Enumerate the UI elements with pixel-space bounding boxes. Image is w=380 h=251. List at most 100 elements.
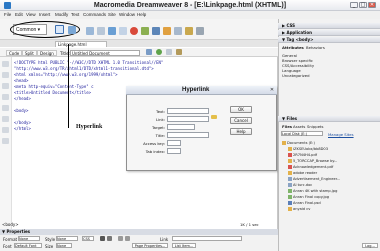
menu-insert[interactable]: Insert — [39, 12, 50, 17]
expand-all-icon[interactable] — [2, 83, 9, 89]
css-panel-header[interactable]: ▶ CSS — [278, 23, 380, 29]
page-properties-button[interactable]: Page Properties... — [132, 243, 168, 248]
help-button[interactable]: Help — [230, 128, 252, 135]
list-item-button[interactable]: List Item... — [172, 243, 196, 248]
snippets-tab[interactable]: Snippets — [307, 124, 324, 129]
refresh-icon[interactable] — [166, 49, 172, 55]
menu-file[interactable]: File — [4, 12, 11, 17]
application-panel-header[interactable]: ▶ Application — [278, 30, 380, 36]
image-icon[interactable] — [119, 27, 127, 35]
tab-index-input[interactable] — [167, 148, 181, 154]
file-tree-item[interactable]: Anran 4K with stamp.jpg — [288, 189, 337, 193]
split-view-button[interactable]: Split — [22, 50, 37, 56]
file-management-icon[interactable] — [146, 49, 152, 55]
access-key-input[interactable] — [167, 140, 181, 146]
close-button[interactable]: ✕ — [368, 2, 376, 8]
file-tree-item[interactable]: Anran Final.psd — [288, 201, 321, 205]
bold-icon[interactable] — [100, 236, 105, 241]
collapse-tag-icon[interactable] — [2, 72, 9, 78]
file-tree-item[interactable]: 5_TORCCAP_Browse by... — [288, 159, 337, 163]
assets-tab[interactable]: Assets — [293, 124, 305, 129]
named-anchor-icon[interactable] — [86, 27, 94, 35]
file-tree-item[interactable]: Documents (E:) — [282, 141, 315, 145]
file-tree-item[interactable]: Anran Final copy.jpg — [288, 195, 329, 199]
file-tree-item[interactable]: iZKSEUobx/bb8D03 — [288, 147, 328, 151]
table-icon[interactable] — [97, 27, 105, 35]
size-select[interactable]: None — [56, 243, 72, 248]
hyperlink-icon[interactable] — [55, 25, 64, 34]
remove-comment-icon[interactable] — [2, 127, 9, 133]
indent-icon[interactable] — [2, 138, 9, 144]
folder-icon — [288, 147, 292, 151]
menu-modify[interactable]: Modify — [55, 12, 68, 17]
file-tree-item[interactable]: Al turc.doc — [288, 183, 312, 187]
minimize-button[interactable]: _ — [350, 2, 358, 8]
menu-window[interactable]: Window — [119, 12, 135, 17]
view-options-icon[interactable] — [176, 49, 182, 55]
highlight-invalid-icon[interactable] — [2, 105, 9, 111]
align-left-icon[interactable] — [118, 236, 123, 241]
tag-inspector-header[interactable]: ▼ Tag <body> — [278, 37, 380, 43]
media-icon[interactable] — [130, 27, 138, 35]
code-line: "http://www.w3.org/TR/xhtml1/DTD/xhtml1-… — [14, 66, 154, 71]
preview-browser-icon[interactable] — [156, 49, 162, 55]
layer-icon[interactable] — [108, 27, 116, 35]
annotation-label: Hyperlink — [76, 124, 103, 130]
menu-edit[interactable]: Edit — [15, 12, 23, 17]
template-icon[interactable] — [185, 27, 193, 35]
comment-icon[interactable] — [152, 27, 160, 35]
title-field-label: Title: — [155, 133, 165, 138]
align-center-icon[interactable] — [125, 236, 130, 241]
file-tree-item[interactable]: 2R7N4H4.pdf — [288, 153, 317, 157]
open-documents-icon[interactable] — [2, 61, 9, 67]
annotation-arrow — [68, 44, 69, 128]
dialog-close-icon[interactable]: ✕ — [269, 88, 275, 93]
title-input[interactable]: Untitled Document — [70, 50, 140, 56]
menu-view[interactable]: View — [26, 12, 36, 17]
link-prop-input[interactable] — [172, 236, 242, 241]
file-tree-item[interactable]: anyaid cv — [288, 207, 310, 211]
menu-text[interactable]: Text — [71, 12, 79, 17]
line-numbers-icon[interactable] — [2, 94, 9, 100]
apply-comment-icon[interactable] — [2, 116, 9, 122]
file-tree-item[interactable]: adobe reader — [288, 171, 317, 175]
manage-sites-link[interactable]: Manage Sites — [328, 132, 354, 137]
design-view-button[interactable]: Design — [37, 50, 57, 56]
log-button[interactable]: Log... — [362, 243, 378, 248]
link-label: Link: — [155, 117, 165, 122]
attributes-tab[interactable]: Attributes — [282, 45, 304, 50]
script-icon[interactable] — [174, 27, 182, 35]
ok-button[interactable]: OK — [230, 106, 252, 113]
tag-selector[interactable]: <body> — [2, 222, 19, 227]
files-panel-header[interactable]: ▼ Files — [278, 116, 380, 122]
file-tree-item[interactable]: Acknowledgement.pdf — [288, 165, 333, 169]
browse-folder-icon[interactable] — [211, 115, 217, 119]
behaviors-tab[interactable]: Behaviors — [306, 45, 325, 50]
link-prop-label: Link — [160, 237, 169, 242]
text-input[interactable] — [167, 108, 209, 114]
files-tab[interactable]: Files — [282, 124, 292, 129]
file-tree-item[interactable]: Advertisement_Engineer... — [288, 177, 340, 181]
site-select[interactable]: Local Disk (E:) — [281, 131, 323, 136]
style-select[interactable]: None — [56, 236, 78, 241]
dreamweaver-logo-icon — [4, 2, 11, 9]
email-link-icon[interactable] — [68, 26, 76, 34]
target-select[interactable] — [167, 124, 195, 130]
menu-site[interactable]: Site — [108, 12, 116, 17]
css-button[interactable]: CSS — [82, 236, 94, 241]
title-field-input[interactable] — [167, 132, 209, 138]
cancel-button[interactable]: Cancel — [230, 117, 252, 124]
menu-help[interactable]: Help — [137, 12, 146, 17]
link-input[interactable] — [167, 116, 209, 122]
menu-commands[interactable]: Commands — [83, 12, 106, 17]
head-icon[interactable] — [163, 27, 171, 35]
attr-group[interactable]: Uncategorized — [282, 73, 310, 78]
tag-chooser-icon[interactable] — [196, 27, 204, 35]
format-select[interactable]: None — [18, 236, 40, 241]
italic-icon[interactable] — [107, 236, 112, 241]
code-view-button[interactable]: Code — [6, 50, 23, 56]
font-select[interactable]: Default Font — [14, 243, 42, 248]
maximize-button[interactable]: □ — [359, 2, 367, 8]
document-tab[interactable]: Linkpage.html — [55, 41, 107, 47]
date-icon[interactable] — [141, 27, 149, 35]
